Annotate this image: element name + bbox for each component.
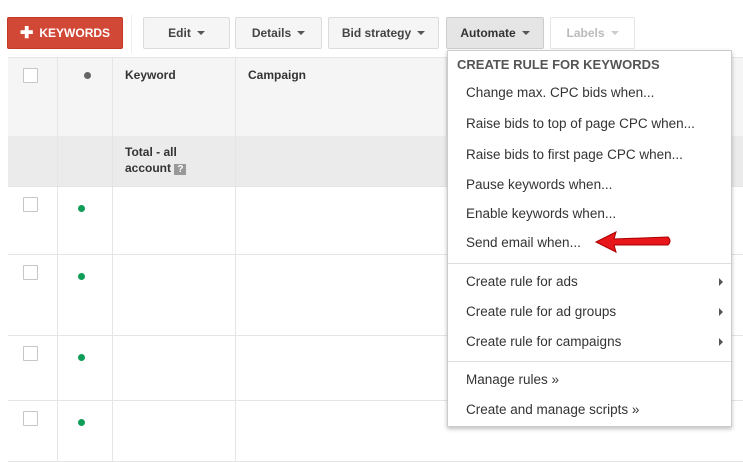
- select-all-checkbox[interactable]: [23, 68, 38, 83]
- automate-dropdown-menu: CREATE RULE FOR KEYWORDS Change max. CPC…: [447, 50, 732, 427]
- caret-down-icon: [417, 31, 426, 35]
- status-enabled-icon: [78, 273, 85, 280]
- menu-item-enable-keywords[interactable]: Enable keywords when...: [466, 200, 731, 228]
- caret-down-icon: [196, 31, 205, 35]
- keyword-column-header[interactable]: Keyword: [125, 68, 176, 82]
- menu-item-rules-for-ads[interactable]: Create rule for ads: [466, 268, 731, 296]
- status-column-icon: [84, 72, 91, 79]
- submenu-arrow-icon: [719, 278, 723, 286]
- menu-item-raise-bids-first-page[interactable]: Raise bids to first page CPC when...: [466, 141, 731, 169]
- caret-down-icon: [610, 31, 619, 35]
- toolbar-divider: [131, 15, 132, 53]
- bid-strategy-button[interactable]: Bid strategy: [328, 17, 439, 49]
- campaign-column-header[interactable]: Campaign: [248, 68, 306, 82]
- plus-icon: ✚: [19, 25, 34, 42]
- menu-item-rules-for-campaigns[interactable]: Create rule for campaigns: [466, 328, 731, 356]
- status-enabled-icon: [78, 205, 85, 212]
- menu-header: CREATE RULE FOR KEYWORDS: [457, 57, 660, 72]
- row-checkbox[interactable]: [23, 265, 38, 280]
- status-enabled-icon: [78, 419, 85, 426]
- caret-down-icon: [297, 31, 306, 35]
- edit-button[interactable]: Edit: [143, 17, 230, 49]
- row-checkbox[interactable]: [23, 197, 38, 212]
- labels-button[interactable]: Labels: [550, 17, 635, 49]
- row-checkbox[interactable]: [23, 346, 38, 361]
- row-checkbox[interactable]: [23, 411, 38, 426]
- total-label: Total - all account: [125, 145, 177, 175]
- status-enabled-icon: [78, 354, 85, 361]
- automate-button[interactable]: Automate: [446, 17, 544, 49]
- submenu-arrow-icon: [719, 308, 723, 316]
- add-keywords-button[interactable]: ✚ KEYWORDS: [7, 17, 123, 49]
- menu-item-change-max-cpc[interactable]: Change max. CPC bids when...: [466, 79, 731, 107]
- menu-separator: [448, 361, 731, 362]
- help-icon[interactable]: ?: [174, 164, 187, 175]
- menu-item-manage-scripts[interactable]: Create and manage scripts »: [466, 396, 731, 424]
- menu-item-pause-keywords[interactable]: Pause keywords when...: [466, 171, 731, 199]
- details-button[interactable]: Details: [235, 17, 322, 49]
- submenu-arrow-icon: [719, 338, 723, 346]
- red-arrow-annotation-icon: [594, 231, 671, 253]
- menu-item-rules-for-ad-groups[interactable]: Create rule for ad groups: [466, 298, 731, 326]
- caret-down-icon: [521, 31, 530, 35]
- menu-item-manage-rules[interactable]: Manage rules »: [466, 366, 731, 394]
- menu-item-raise-bids-top-of-page[interactable]: Raise bids to top of page CPC when...: [466, 110, 731, 138]
- menu-separator: [448, 263, 731, 264]
